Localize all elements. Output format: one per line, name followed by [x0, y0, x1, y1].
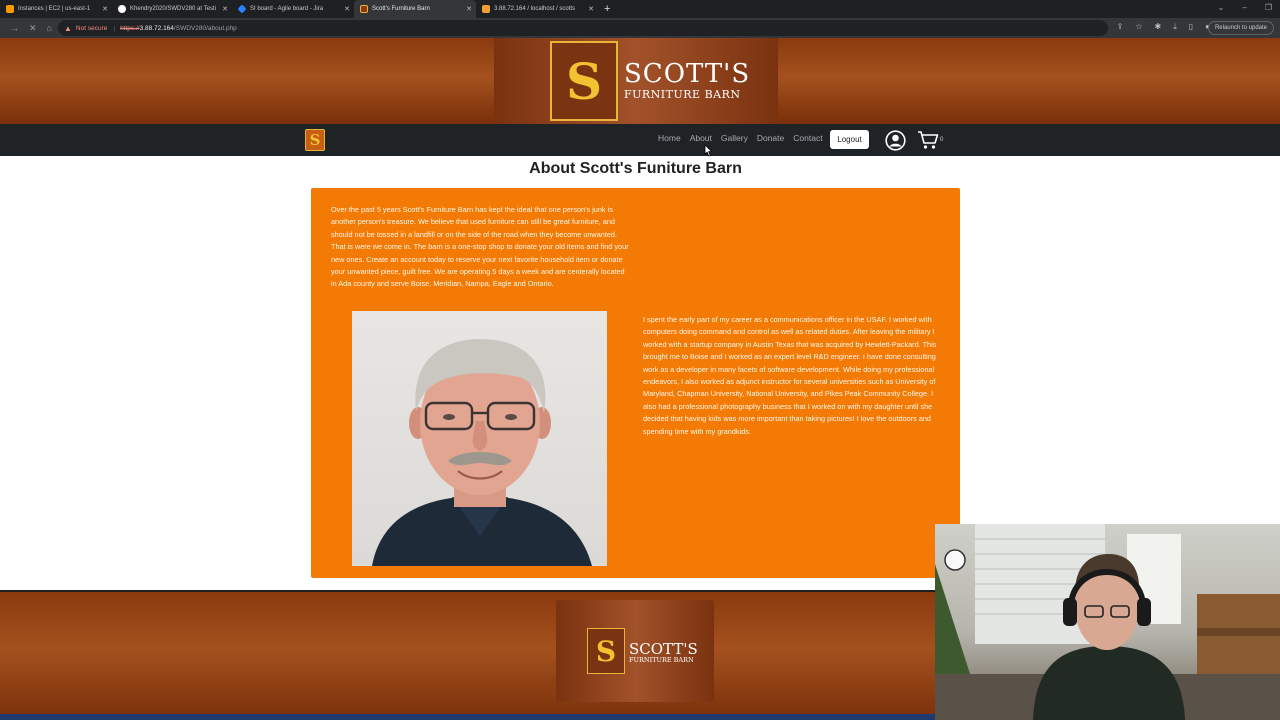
stop-loading-icon[interactable]: ✕ [29, 23, 37, 34]
intro-paragraph: Over the past 5 years Scott's Furniture … [331, 205, 629, 289]
page-title: About Scott's Funiture Barn [529, 160, 742, 177]
relaunch-button[interactable]: Relaunch to update [1207, 21, 1274, 35]
logo-subtitle: FURNITURE BARN [624, 88, 741, 101]
warning-icon: ▲ [64, 23, 72, 33]
url-host: 3.88.72.164 [139, 24, 174, 32]
bookmark-star-icon[interactable]: ☆ [1135, 22, 1142, 32]
url-scheme: https:// [120, 24, 140, 32]
restore-icon[interactable]: ❐ [1265, 3, 1272, 12]
nav-brand-logo[interactable]: S [305, 129, 325, 151]
owner-portrait-image [372, 339, 592, 566]
github-icon [118, 5, 126, 13]
tab-phpmyadmin[interactable]: 3.88.72.164 / localhost / scotts ✕ [476, 0, 598, 18]
window-controls: ⌄ – ❐ [1218, 3, 1272, 12]
url-path: /SWDV280/about.php [173, 24, 237, 32]
logo-letter: S [565, 51, 603, 111]
tab-title: Instances | EC2 | us-east-1 [18, 6, 91, 12]
nav-link-about[interactable]: About [690, 133, 712, 143]
site-header-banner: S SCOTT'S FURNITURE BARN [0, 38, 1280, 124]
security-label[interactable]: Not secure [76, 25, 107, 32]
tab-title: SI board - Agile board - Jira [250, 6, 324, 12]
tab-jira[interactable]: SI board - Agile board - Jira ✕ [232, 0, 354, 18]
about-card: Over the past 5 years Scott's Furniture … [311, 188, 960, 578]
tab-title: 3.88.72.164 / localhost / scotts [494, 6, 576, 12]
nav-link-contact[interactable]: Contact [793, 133, 822, 143]
forward-icon[interactable]: → [10, 23, 19, 33]
browser-tab-bar: Instances | EC2 | us-east-1 ✕ Khendry202… [0, 0, 1280, 18]
footer-logo-subtitle: FURNITURE BARN [629, 656, 694, 664]
user-account-icon[interactable] [885, 130, 906, 151]
phpmyadmin-icon [482, 5, 490, 13]
site-logo[interactable]: S SCOTT'S FURNITURE BARN [494, 38, 778, 124]
close-icon[interactable]: ✕ [588, 5, 594, 13]
bio-paragraph: I spent the early part of my career as a… [643, 315, 937, 436]
owner-photo [352, 311, 607, 566]
footer-logo-letter: S [595, 634, 617, 668]
jira-icon [237, 4, 247, 14]
browser-toolbar: → ✕ ⌂ ▲ Not secure | https:// 3.88.72.16… [0, 18, 1280, 38]
nav-link-gallery[interactable]: Gallery [721, 133, 748, 143]
home-icon[interactable]: ⌂ [47, 23, 52, 33]
webcam-overlay [935, 524, 1280, 720]
extensions-icon[interactable]: ✱ [1155, 22, 1162, 32]
close-icon[interactable]: ✕ [466, 5, 472, 13]
logo-letter-badge: S [550, 41, 618, 121]
close-icon[interactable]: ✕ [222, 5, 228, 13]
address-bar[interactable]: ▲ Not secure | https:// 3.88.72.164 /SWD… [58, 20, 1108, 36]
footer-logo[interactable]: S SCOTT'S FURNITURE BARN [556, 600, 714, 702]
tab-ec2-instances[interactable]: Instances | EC2 | us-east-1 ✕ [0, 0, 112, 18]
toolbar-icons: ⇪ ☆ ✱ ⤓ ▯ ● [1117, 22, 1210, 32]
download-icon[interactable]: ⤓ [1173, 22, 1177, 32]
shopping-cart-icon[interactable] [917, 130, 939, 150]
site-navbar: S Home About Gallery Donate Contact Logo… [0, 124, 1280, 156]
tab-title: Khendry2020/SWDV280 at Testi [130, 6, 216, 12]
minimize-icon[interactable]: – [1242, 3, 1246, 12]
logout-button[interactable]: Logout [830, 130, 869, 149]
share-icon[interactable]: ⇪ [1117, 22, 1124, 32]
new-tab-button[interactable]: + [604, 3, 610, 15]
mouse-pointer-icon [704, 144, 713, 157]
nav-links: Home About Gallery Donate Contact [658, 133, 823, 143]
chevron-down-icon[interactable]: ⌄ [1218, 3, 1225, 12]
nav-link-donate[interactable]: Donate [757, 133, 784, 143]
webcam-feed-image [935, 524, 1280, 720]
nav-link-home[interactable]: Home [658, 133, 681, 143]
sidebar-icon[interactable]: ▯ [1189, 22, 1193, 32]
close-icon[interactable]: ✕ [344, 5, 350, 13]
tab-github[interactable]: Khendry2020/SWDV280 at Testi ✕ [112, 0, 232, 18]
nav-brand-letter: S [309, 131, 321, 149]
footer-logo-letter-badge: S [587, 628, 625, 674]
logo-name: SCOTT'S [624, 59, 751, 89]
close-icon[interactable]: ✕ [102, 5, 108, 13]
cart-count-badge: 0 [940, 137, 944, 143]
aws-icon [6, 5, 14, 13]
tab-title: Scott's Furniture Barn [372, 6, 430, 12]
site-favicon-icon [360, 5, 368, 13]
tab-scotts-furniture-barn[interactable]: Scott's Furniture Barn ✕ [354, 0, 476, 18]
